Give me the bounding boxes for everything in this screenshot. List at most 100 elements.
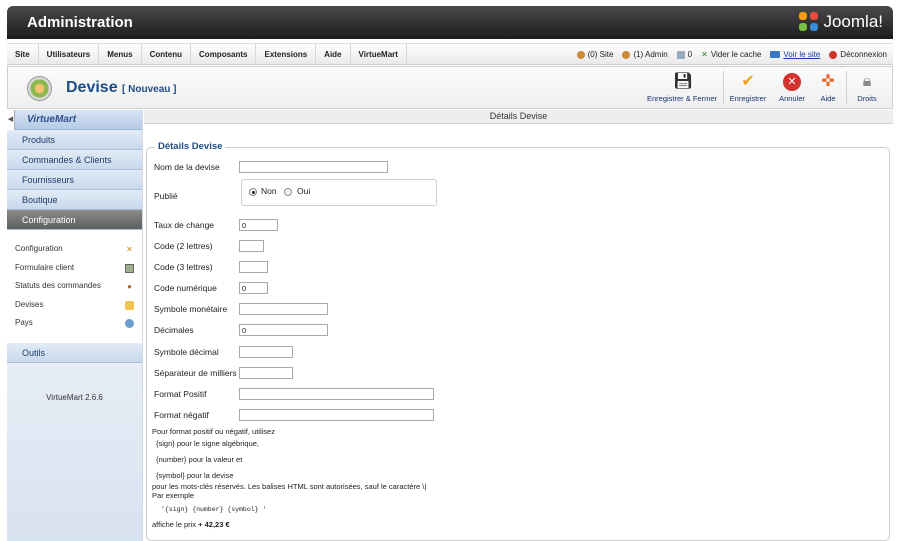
check-icon: ✔ (741, 73, 755, 90)
sidebar-sub-customer-form[interactable]: Formulaire client (7, 258, 142, 277)
help-line: {number} pour la valeur et (156, 455, 243, 464)
clear-cache-link[interactable]: ✕ Vider le cache (701, 44, 761, 65)
joomla-logo: Joomla! (799, 12, 883, 32)
sidebar-item-vendors[interactable]: Fournisseurs (7, 170, 142, 190)
example-result-value: + 42,23 € (198, 520, 230, 529)
help-button[interactable]: ✜ Aide (814, 71, 842, 107)
status-area: (0) Site (1) Admin 0 ✕ Vider le cache Voi… (576, 44, 887, 65)
help-line: pour les mots-clés réservés. Les balises… (152, 482, 427, 491)
decimal-symbol-input[interactable] (239, 346, 293, 358)
status-icon: ● (127, 282, 132, 291)
joomla-icon (799, 12, 819, 32)
published-radio-no[interactable] (249, 188, 257, 196)
sidebar-sub-order-status[interactable]: Statuts des commandes ● (7, 277, 142, 296)
save-close-button[interactable]: 💾︎ Enregistrer & Fermer (644, 71, 720, 107)
site-users-count: (0) Site (587, 50, 614, 59)
code3-input[interactable] (239, 261, 268, 273)
sidebar-spacer (7, 332, 142, 343)
users-icon (576, 50, 585, 59)
sidebar-item-products[interactable]: Produits (7, 130, 142, 150)
menu-content[interactable]: Contenu (142, 44, 192, 65)
decimals-input[interactable] (239, 324, 328, 336)
code2-input[interactable] (239, 240, 264, 252)
toolbar-divider (723, 71, 724, 105)
form-icon (125, 263, 134, 273)
page-subtitle: [ Nouveau ] (122, 84, 177, 95)
page-title: Devise [ Nouveau ] (66, 79, 177, 97)
admin-title: Administration (27, 14, 133, 31)
globe-icon (125, 319, 134, 328)
lifebuoy-icon: ✜ (821, 73, 835, 90)
save-button[interactable]: ✔ Enregistrer (726, 71, 770, 107)
page-toolbar: Devise [ Nouveau ] 💾︎ Enregistrer & Ferm… (7, 66, 893, 109)
sub-label: Configuration (15, 244, 63, 253)
positive-format-input[interactable] (239, 388, 434, 400)
example-result: affiche le prix + 42,23 € (152, 520, 230, 529)
thousands-separator-input[interactable] (239, 367, 293, 379)
admin-users: (1) Admin (622, 44, 668, 65)
admin-header: Administration Joomla! (7, 6, 893, 39)
joomla-brand-text: Joomla! (823, 12, 883, 31)
sidebar-sub-countries[interactable]: Pays (7, 314, 142, 333)
menu-users[interactable]: Utilisateurs (39, 44, 100, 65)
example-result-prefix: affiche le prix (152, 520, 199, 529)
menu-components[interactable]: Composants (191, 44, 257, 65)
sidebar-item-tools[interactable]: Outils (7, 342, 142, 363)
section-header: Détails Devise (144, 110, 893, 124)
page-title-text: Devise (66, 79, 118, 96)
sidebar-item-orders[interactable]: Commandes & Clients (7, 150, 142, 170)
collapse-arrow-icon[interactable]: ◀ (7, 110, 15, 130)
help-line: {sign} pour le signe algébrique, (156, 439, 259, 448)
save-close-label: Enregistrer & Fermer (646, 94, 718, 103)
clear-cache-icon: ✕ (701, 50, 708, 59)
sidebar-sub-currencies[interactable]: Devises (7, 295, 142, 314)
help-line: Pour format positif ou négatif, utilisez (152, 427, 275, 436)
menu-help[interactable]: Aide (316, 44, 351, 65)
save-label: Enregistrer (729, 94, 767, 103)
sidebar-item-shop[interactable]: Boutique (7, 190, 142, 210)
menu-menus[interactable]: Menus (99, 44, 142, 65)
logout-link[interactable]: Déconnexion (829, 44, 887, 65)
sidebar-item-configuration[interactable]: Configuration (7, 210, 142, 230)
rights-button[interactable]: 🔒︎ Droits (851, 71, 883, 107)
code3-label: Code (3 lettres) (154, 262, 213, 272)
currency-name-input[interactable] (239, 161, 388, 173)
numeric-code-input[interactable] (239, 282, 268, 294)
admin-users-icon (622, 50, 631, 59)
monitor-icon (770, 51, 781, 58)
published-no-label: Non (261, 186, 277, 196)
exchange-rate-label: Taux de change (154, 220, 215, 230)
sidebar-header: ◀ VirtueMart (7, 110, 142, 130)
menu-extensions[interactable]: Extensions (256, 44, 317, 65)
published-yes-label: Oui (297, 186, 311, 196)
name-label: Nom de la devise (154, 162, 220, 172)
mail-icon (676, 50, 685, 59)
exchange-rate-input[interactable] (239, 219, 278, 231)
currency-icon (27, 76, 52, 101)
currency-details-fieldset: Détails Devise Nom de la devise Publié N… (146, 141, 890, 541)
logout-label: Déconnexion (840, 50, 887, 59)
sidebar-sub-configuration[interactable]: Configuration ✕ (7, 240, 142, 259)
thousands-separator-label: Séparateur de milliers (154, 368, 237, 378)
help-line: {symbol} pour la devise (156, 471, 234, 480)
messages[interactable]: 0 (676, 44, 692, 65)
sub-label: Statuts des commandes (15, 281, 101, 290)
symbol-label: Symbole monétaire (154, 304, 228, 314)
virtuemart-logo: VirtueMart (27, 114, 77, 125)
sub-label: Formulaire client (15, 262, 75, 272)
version-text: VirtueMart 2.6.6 (46, 392, 103, 402)
help-line: Par exemple (152, 491, 195, 500)
sub-label: Pays (15, 318, 33, 327)
tools-icon: ✕ (126, 245, 133, 254)
published-radio-yes[interactable] (284, 188, 292, 196)
logout-icon (829, 50, 838, 59)
symbol-input[interactable] (239, 303, 328, 315)
numeric-code-label: Code numérique (154, 283, 217, 293)
menu-site[interactable]: Site (7, 44, 39, 65)
view-site-link[interactable]: Voir le site (770, 44, 820, 65)
menu-virtuemart[interactable]: VirtueMart (351, 44, 407, 65)
view-site-label: Voir le site (783, 50, 821, 59)
cancel-button[interactable]: ✕ Annuler (774, 71, 810, 107)
help-label: Aide (820, 94, 836, 103)
negative-format-input[interactable] (239, 409, 434, 421)
